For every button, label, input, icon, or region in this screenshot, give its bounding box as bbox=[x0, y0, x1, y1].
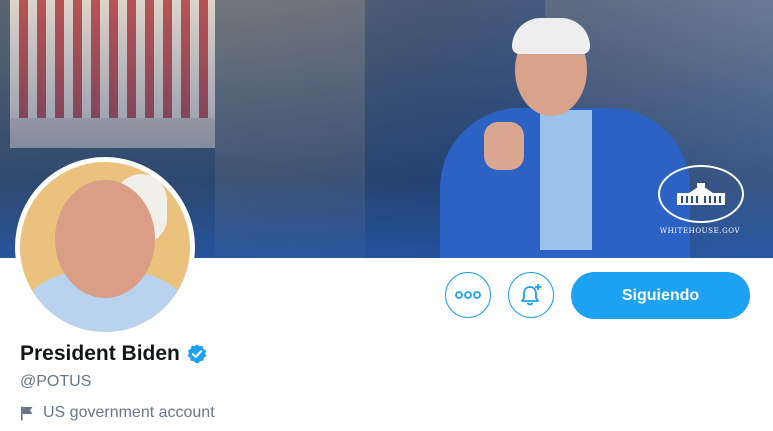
white-house-logo-icon bbox=[658, 165, 744, 223]
flag-icon bbox=[21, 406, 33, 420]
more-icon bbox=[455, 291, 481, 299]
following-button[interactable]: Siguiendo bbox=[571, 272, 750, 319]
profile-avatar[interactable] bbox=[15, 157, 195, 337]
government-label-row: US government account bbox=[20, 404, 215, 422]
notifications-button[interactable] bbox=[508, 272, 554, 318]
verified-badge-icon bbox=[187, 344, 207, 364]
bell-add-icon bbox=[521, 284, 541, 306]
banner-person-fist bbox=[484, 122, 524, 170]
government-label-text: US government account bbox=[43, 404, 215, 421]
profile-name: President Biden bbox=[20, 342, 180, 365]
white-house-caption: WHITEHOUSE.GOV bbox=[659, 227, 741, 235]
profile-handle: @POTUS bbox=[20, 373, 92, 390]
profile-name-row: President Biden bbox=[20, 342, 208, 366]
more-options-button[interactable] bbox=[445, 272, 491, 318]
banner-person-hair bbox=[512, 18, 590, 54]
banner-person-shirt bbox=[540, 110, 592, 250]
avatar-image bbox=[20, 162, 190, 332]
